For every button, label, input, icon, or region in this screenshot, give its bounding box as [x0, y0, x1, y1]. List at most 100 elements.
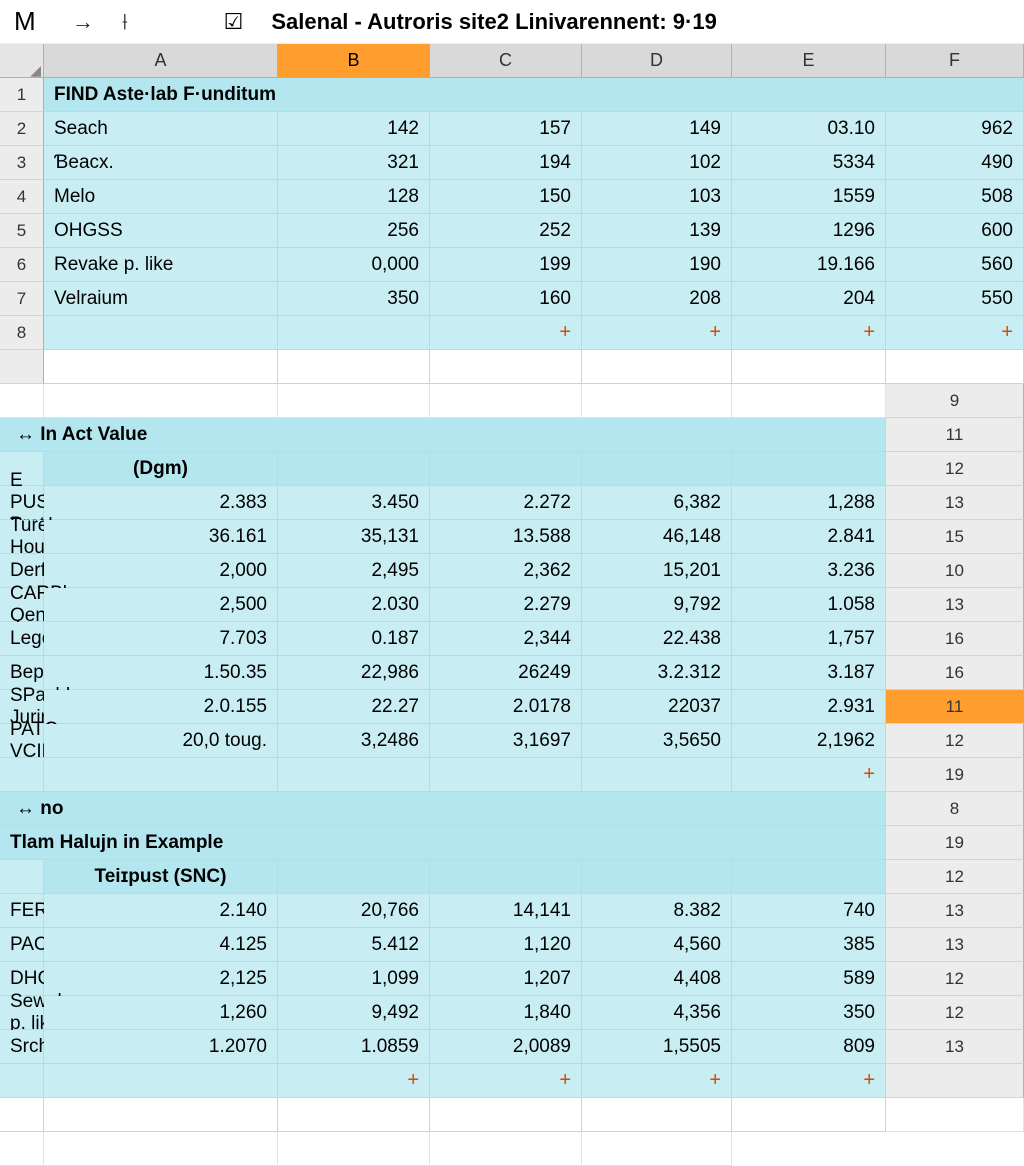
row-header[interactable]: 4	[0, 180, 44, 214]
cell[interactable]: 1,099	[278, 962, 430, 996]
cell[interactable]: 2.0178	[430, 690, 582, 724]
cell[interactable]	[582, 384, 732, 418]
row-header[interactable]: 13	[886, 894, 1024, 928]
row-header[interactable]: 5	[0, 214, 44, 248]
add-icon[interactable]: +	[430, 1064, 582, 1098]
cell[interactable]: 508	[886, 180, 1024, 214]
cell[interactable]: 2.140	[44, 894, 278, 928]
row-header[interactable]: 8	[0, 316, 44, 350]
cell[interactable]: PATC VCIDEA	[0, 724, 44, 758]
cell[interactable]	[278, 384, 430, 418]
cell[interactable]	[582, 350, 732, 384]
cell[interactable]: 0,000	[278, 248, 430, 282]
cell[interactable]: 1.0859	[278, 1030, 430, 1064]
cell[interactable]: 809	[732, 1030, 886, 1064]
cell[interactable]	[278, 1132, 430, 1166]
cell[interactable]: 550	[886, 282, 1024, 316]
cell[interactable]: 252	[430, 214, 582, 248]
cell[interactable]: 2.841	[732, 520, 886, 554]
cell[interactable]	[0, 384, 44, 418]
cell[interactable]: 1296	[732, 214, 886, 248]
col-header-f[interactable]: F	[886, 44, 1024, 77]
cell[interactable]: 1,260	[44, 996, 278, 1030]
row-header[interactable]: 2	[0, 112, 44, 146]
cell[interactable]: 2,0089	[430, 1030, 582, 1064]
cell[interactable]: 560	[886, 248, 1024, 282]
cell[interactable]	[0, 1132, 44, 1166]
cell[interactable]	[582, 1132, 732, 1166]
cell[interactable]: 208	[582, 282, 732, 316]
cell[interactable]: 26249	[430, 656, 582, 690]
col-header-c[interactable]: C	[430, 44, 582, 77]
cell[interactable]: 589	[732, 962, 886, 996]
cell[interactable]: 6,382	[582, 486, 732, 520]
cell[interactable]: Velraium	[44, 282, 278, 316]
cell[interactable]: 194	[430, 146, 582, 180]
row-header[interactable]: 12	[886, 452, 1024, 486]
cell[interactable]: 3.450	[278, 486, 430, 520]
cell[interactable]: Teiɪpust (SNC)	[44, 860, 278, 894]
row-header[interactable]: 16	[886, 622, 1024, 656]
cell[interactable]	[44, 1098, 278, 1132]
cell[interactable]: 4,560	[582, 928, 732, 962]
row-header[interactable]	[0, 350, 44, 384]
cell[interactable]: 2,495	[278, 554, 430, 588]
add-icon[interactable]: +	[886, 316, 1024, 350]
add-icon[interactable]: +	[278, 1064, 430, 1098]
cell[interactable]: 4.125	[44, 928, 278, 962]
cell[interactable]: 1,120	[430, 928, 582, 962]
cell[interactable]: Seach	[44, 112, 278, 146]
cell[interactable]: 19.166	[732, 248, 886, 282]
add-icon[interactable]: +	[582, 1064, 732, 1098]
cell[interactable]: 35,131	[278, 520, 430, 554]
row-header[interactable]	[886, 1064, 1024, 1098]
cell[interactable]	[44, 384, 278, 418]
row-header[interactable]: 12	[886, 724, 1024, 758]
cell[interactable]: 22.27	[278, 690, 430, 724]
cell[interactable]: 14,141	[430, 894, 582, 928]
cell[interactable]: Srchhotol	[0, 1030, 44, 1064]
row-header[interactable]: 12	[886, 996, 1024, 1030]
cell[interactable]: 13.588	[430, 520, 582, 554]
add-icon[interactable]	[278, 758, 430, 792]
cell[interactable]: 5334	[732, 146, 886, 180]
row-header[interactable]: 13	[886, 1030, 1024, 1064]
cell[interactable]	[732, 860, 886, 894]
cell[interactable]: 3.2.312	[582, 656, 732, 690]
cell[interactable]: CARBlc Qenfiorts	[0, 588, 44, 622]
cell[interactable]: 9,792	[582, 588, 732, 622]
cell[interactable]: 2.931	[732, 690, 886, 724]
cell[interactable]: 22037	[582, 690, 732, 724]
cell[interactable]	[582, 1098, 732, 1132]
row-header[interactable]: 10	[886, 554, 1024, 588]
name-box[interactable]: M	[14, 6, 44, 37]
cell[interactable]: 160	[430, 282, 582, 316]
cell[interactable]	[44, 758, 278, 792]
row-header[interactable]: 13	[886, 928, 1024, 962]
cell[interactable]: 350	[278, 282, 430, 316]
cell[interactable]: 8.382	[582, 894, 732, 928]
cell[interactable]: Tlam Halujn in Example	[0, 826, 886, 860]
cell[interactable]: OHGSS	[44, 214, 278, 248]
cell[interactable]	[430, 860, 582, 894]
cell[interactable]: 150	[430, 180, 582, 214]
row-header[interactable]: 16	[886, 656, 1024, 690]
cell[interactable]: 4,408	[582, 962, 732, 996]
cell[interactable]: 1559	[732, 180, 886, 214]
cell[interactable]: 3.236	[732, 554, 886, 588]
cell[interactable]: 46,148	[582, 520, 732, 554]
cell[interactable]: 128	[278, 180, 430, 214]
cell[interactable]	[44, 316, 278, 350]
cell[interactable]: 2,344	[430, 622, 582, 656]
row-header[interactable]: 12	[886, 962, 1024, 996]
cell[interactable]: 2,1962	[732, 724, 886, 758]
add-icon[interactable]: +	[732, 758, 886, 792]
cell[interactable]: 350	[732, 996, 886, 1030]
cell[interactable]: 36.161	[44, 520, 278, 554]
cell[interactable]	[886, 1098, 1024, 1132]
cell[interactable]	[278, 350, 430, 384]
add-icon[interactable]	[582, 758, 732, 792]
cell[interactable]: Sewake p. like	[0, 996, 44, 1030]
cell[interactable]: 4,356	[582, 996, 732, 1030]
select-all-corner[interactable]	[0, 44, 44, 77]
